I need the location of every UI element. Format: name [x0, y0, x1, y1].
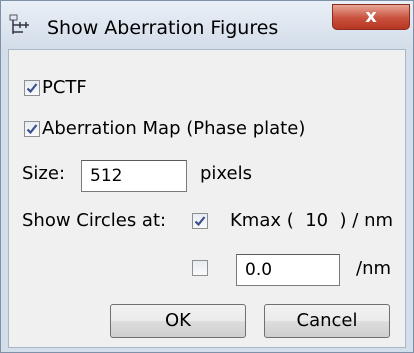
aberration-map-checkbox[interactable] [24, 121, 40, 137]
custom-radius-input[interactable]: 0.0 [236, 254, 340, 286]
size-input[interactable]: 512 [81, 160, 187, 192]
custom-radius-checkbox[interactable] [192, 260, 208, 276]
dialog-window: Show Aberration Figures x PCTF Aberratio… [0, 0, 414, 353]
cancel-button[interactable]: Cancel [264, 304, 390, 338]
custom-radius-unit: /nm [356, 258, 392, 279]
dialog-body: PCTF Aberration Map (Phase plate) Size: … [8, 49, 406, 348]
title-bar[interactable]: Show Aberration Figures x [1, 1, 413, 49]
dialog-app-icon [9, 14, 29, 34]
aberration-map-label[interactable]: Aberration Map (Phase plate) [42, 118, 305, 139]
checkmark-icon [26, 124, 38, 135]
checkmark-icon [194, 216, 206, 227]
size-label: Size: [22, 163, 66, 184]
pctf-checkbox[interactable] [24, 80, 40, 96]
close-button[interactable]: x [332, 4, 410, 30]
size-unit-label: pixels [200, 163, 252, 184]
ok-button[interactable]: OK [110, 304, 246, 338]
kmax-label[interactable]: Kmax ( 10 ) / nm [230, 210, 393, 231]
show-circles-label: Show Circles at: [22, 210, 167, 231]
window-title: Show Aberration Figures [47, 17, 279, 39]
checkmark-icon [26, 83, 38, 94]
close-icon: x [365, 6, 377, 27]
kmax-checkbox[interactable] [192, 213, 208, 229]
pctf-label[interactable]: PCTF [42, 77, 87, 98]
